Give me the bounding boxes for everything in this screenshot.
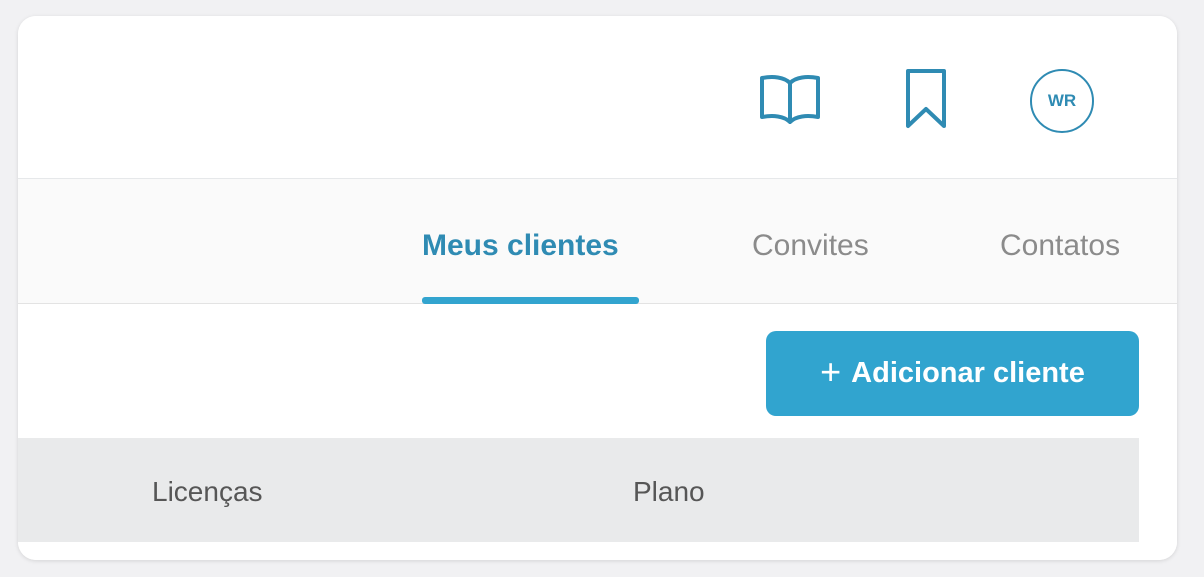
tab-contatos[interactable]: Contatos [1000,229,1120,263]
add-client-button[interactable]: + Adicionar cliente [766,331,1139,416]
bookmark-icon[interactable] [904,68,948,130]
tab-convites[interactable]: Convites [752,229,869,263]
top-navigation-bar: WR [18,16,1177,179]
user-avatar[interactable]: WR [1030,69,1094,133]
tab-meus-clientes[interactable]: Meus clientes [422,229,619,263]
column-header-licencas[interactable]: Licenças [152,476,263,508]
tab-navigation: Meus clientes Convites Contatos [18,179,1177,304]
clients-content: + Adicionar cliente Licenças Plano [18,304,1177,560]
book-open-icon[interactable] [757,74,823,124]
app-card: WR Meus clientes Convites Contatos + Adi… [18,16,1177,560]
clients-table-header: Licenças Plano [18,438,1139,542]
plus-icon: + [820,350,842,392]
add-client-label: Adicionar cliente [851,357,1085,389]
active-tab-indicator [422,297,639,304]
column-header-plano[interactable]: Plano [633,476,705,508]
